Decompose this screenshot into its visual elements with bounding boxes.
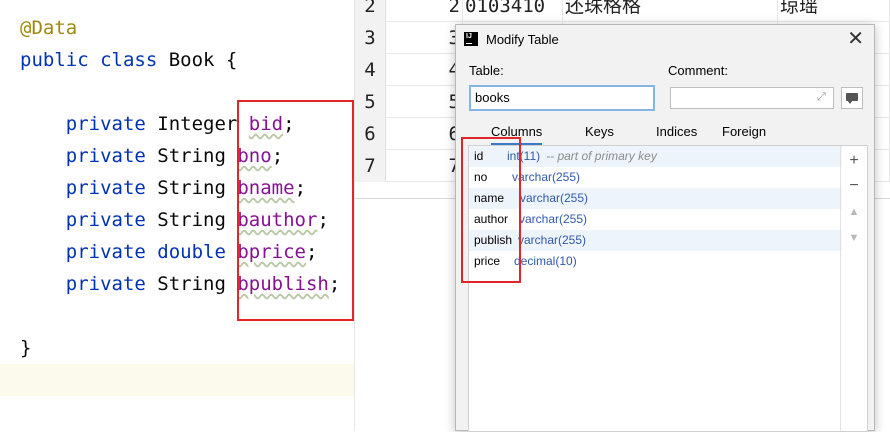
row-number: 3 xyxy=(355,22,386,54)
row-number: 7 xyxy=(355,150,386,182)
column-type-text: varchar(255) xyxy=(519,212,588,226)
keyword-token: private xyxy=(65,145,158,167)
column-type: varchar(255) xyxy=(512,167,580,188)
table-label: Table: xyxy=(469,63,504,78)
grid-cell[interactable]: 琼瑶 xyxy=(778,0,890,22)
column-row[interactable]: publish varchar(255) xyxy=(469,230,842,251)
column-row[interactable]: no varchar(255) xyxy=(469,167,842,188)
dialog-title: Modify Table xyxy=(486,32,559,47)
close-icon[interactable]: ✕ xyxy=(847,28,864,50)
grid-cell[interactable]: 0103410 xyxy=(463,0,563,22)
punctuation-token: { xyxy=(214,49,238,71)
keyword-token: public class xyxy=(20,49,169,71)
row-number: 4 xyxy=(355,54,386,86)
remove-column-button[interactable]: − xyxy=(845,177,863,195)
column-type-text: decimal(10) xyxy=(514,254,577,268)
column-type-text: varchar(255) xyxy=(512,170,581,184)
code-line: @Data xyxy=(0,12,354,44)
keyword-token: private xyxy=(65,241,158,263)
grid-cell[interactable]: 4 xyxy=(386,54,463,86)
type-token: String xyxy=(157,273,238,295)
add-column-button[interactable]: + xyxy=(845,152,863,170)
column-type: varchar(255) xyxy=(519,209,587,230)
grid-cell[interactable]: 6 xyxy=(386,118,463,150)
type-token: String xyxy=(157,209,238,231)
table-name-input[interactable]: books xyxy=(469,85,655,111)
column-toolbar: + − ▲ ▼ xyxy=(840,146,867,431)
column-type: int(11) -- part of primary key xyxy=(507,146,657,167)
column-type-text: varchar(255) xyxy=(518,233,587,247)
columns-list[interactable]: id int(11) -- part of primary key no varchar… xyxy=(469,146,842,272)
type-token: Integer xyxy=(157,113,249,135)
type-token: Book xyxy=(168,49,215,71)
column-row[interactable]: author varchar(255) xyxy=(469,209,842,230)
grid-cell[interactable]: 还珠格格 xyxy=(563,0,778,22)
code-line: public class Book { xyxy=(0,44,354,76)
intellij-icon: IJ xyxy=(464,32,478,46)
column-type: varchar(255) xyxy=(520,188,588,209)
tab-foreign-keys[interactable]: Foreign Keys xyxy=(722,121,766,161)
tab-indices[interactable]: Indices xyxy=(656,121,697,145)
expand-icon[interactable]: ⤢ xyxy=(817,91,829,103)
type-keyword-token: double xyxy=(157,241,238,263)
column-highlight-box xyxy=(461,137,521,283)
columns-panel: id int(11) -- part of primary key no varchar… xyxy=(468,145,868,432)
code-line xyxy=(0,364,354,396)
keyword-token: private xyxy=(65,113,158,135)
tab-keys[interactable]: Keys (1) xyxy=(585,121,614,161)
punctuation-token: } xyxy=(20,337,32,359)
row-number: 6 xyxy=(355,118,386,150)
keyword-token: private xyxy=(65,209,158,231)
column-type: decimal(10) xyxy=(514,251,577,272)
column-row[interactable]: price decimal(10) xyxy=(469,251,842,272)
column-row[interactable]: name varchar(255) xyxy=(469,188,842,209)
grid-cell[interactable]: 7 xyxy=(386,150,463,182)
column-type: varchar(255) xyxy=(518,230,586,251)
type-token: String xyxy=(157,145,238,167)
dialog-titlebar[interactable]: IJ Modify Table ✕ xyxy=(456,25,874,55)
comment-label: Comment: xyxy=(668,63,728,78)
app-icon-bar xyxy=(466,43,472,44)
app-icon-label: IJ xyxy=(466,33,472,40)
comment-edit-button[interactable] xyxy=(841,87,863,109)
row-number: 5 xyxy=(355,86,386,118)
code-line: } xyxy=(0,332,354,364)
grid-cell[interactable]: 5 xyxy=(386,86,463,118)
keyword-token: private xyxy=(65,177,158,199)
type-token: String xyxy=(157,177,238,199)
move-down-button[interactable]: ▼ xyxy=(845,229,863,247)
column-note: -- part of primary key xyxy=(546,149,657,163)
code-editor[interactable]: @Data public class Book { private Integer… xyxy=(0,0,355,431)
speech-bubble-tail xyxy=(847,100,853,104)
row-number: 2 xyxy=(355,0,386,22)
field-highlight-box xyxy=(237,100,354,321)
column-row[interactable]: id int(11) -- part of primary key xyxy=(469,146,842,167)
annotation-token: @Data xyxy=(20,17,78,39)
grid-cell[interactable]: 3 xyxy=(386,22,463,54)
grid-row[interactable]: 2 2 0103410 还珠格格 琼瑶 xyxy=(355,0,890,22)
column-type-text: varchar(255) xyxy=(520,191,589,205)
keyword-token: private xyxy=(65,273,158,295)
comment-input[interactable]: ⤢ xyxy=(670,87,834,109)
move-up-button[interactable]: ▲ xyxy=(845,203,863,221)
grid-cell[interactable]: 2 xyxy=(386,0,463,22)
